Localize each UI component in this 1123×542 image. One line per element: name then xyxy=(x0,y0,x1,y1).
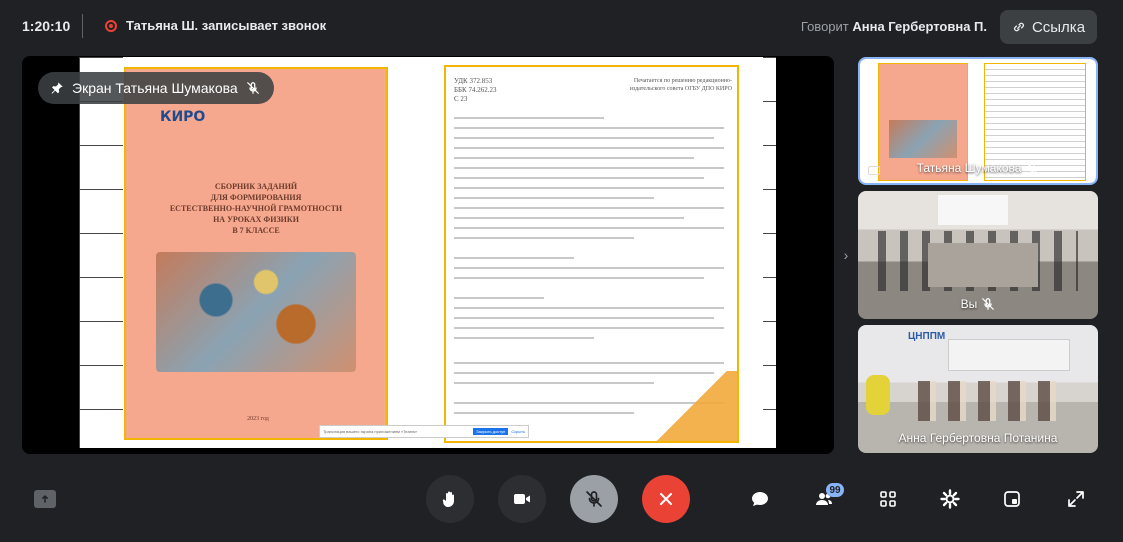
book-year: 2023 год xyxy=(247,416,269,422)
stop-sharing-button[interactable]: Закрыть доступ xyxy=(473,428,509,435)
book-logo: КИРО xyxy=(160,109,206,125)
fullscreen-icon xyxy=(1068,491,1084,507)
page-corner-decoration xyxy=(647,371,737,441)
grid-icon xyxy=(880,491,896,507)
camera-icon xyxy=(514,494,530,504)
sidebar-layout-icon xyxy=(1004,491,1020,507)
mic-off-icon xyxy=(1026,162,1039,174)
active-speaker-name: Анна Гербертовна П. xyxy=(852,19,987,34)
participants-count-badge: 99 xyxy=(826,483,844,497)
hide-notice-link[interactable]: Скрыть xyxy=(511,429,525,434)
participant-tile[interactable]: Татьяна Шумакова xyxy=(858,57,1098,185)
shared-slide: КИРО СБОРНИК ЗАДАНИЙ ДЛЯ ФОРМИРОВАНИЯ ЕС… xyxy=(79,57,776,448)
fullscreen-button[interactable] xyxy=(1064,487,1088,511)
participant-name: Вы xyxy=(858,297,1098,311)
active-speaker: Говорит Анна Гербертовна П. xyxy=(801,19,987,34)
book-cover-illustration xyxy=(156,252,356,372)
book-cover: КИРО СБОРНИК ЗАДАНИЙ ДЛЯ ФОРМИРОВАНИЯ ЕС… xyxy=(124,67,388,440)
book-title: СБОРНИК ЗАДАНИЙ ДЛЯ ФОРМИРОВАНИЯ ЕСТЕСТВ… xyxy=(169,182,343,235)
recording-icon xyxy=(105,20,117,32)
chat-button[interactable] xyxy=(748,487,772,511)
copy-link-button[interactable]: Ссылка xyxy=(1000,10,1097,44)
participant-name: Анна Гербертовна Потанина xyxy=(898,431,1058,445)
presenter-label: Экран Татьяна Шумакова xyxy=(38,72,274,104)
gear-icon xyxy=(940,489,960,509)
screen-share-notice-text: Трансляция вашего экрана приложением «Te… xyxy=(323,429,418,434)
active-speaker-prefix: Говорит xyxy=(800,19,849,34)
participant-name: Татьяна Шумакова xyxy=(860,161,1096,175)
camera-button[interactable] xyxy=(498,475,546,523)
top-bar: 1:20:10 Татьяна Ш. записывает звонок Гов… xyxy=(0,0,1123,54)
room-logo: ЦНППМ xyxy=(908,331,946,342)
microphone-button[interactable] xyxy=(570,475,618,523)
screen-share-notice: Трансляция вашего экрана приложением «Te… xyxy=(319,425,529,438)
layout-grid-button[interactable] xyxy=(876,487,900,511)
settings-button[interactable] xyxy=(938,487,962,511)
mic-off-icon xyxy=(982,298,995,310)
page-print-note: Печатается по решению редакционно-издате… xyxy=(629,78,732,92)
pin-icon[interactable] xyxy=(50,81,64,95)
divider xyxy=(82,14,83,38)
participant-tile[interactable]: ЦНППМ Анна Гербертовна Потанина xyxy=(858,325,1098,453)
mic-off-icon xyxy=(246,82,259,94)
screen-share-stage: КИРО СБОРНИК ЗАДАНИЙ ДЛЯ ФОРМИРОВАНИЯ ЕС… xyxy=(22,56,834,454)
view-mode-button[interactable] xyxy=(1000,487,1024,511)
book-title-page: УДК 372.853 ББК 74.262.23 С 23 Печатаетс… xyxy=(444,65,739,443)
chevron-right-icon[interactable]: › xyxy=(840,246,852,264)
link-icon xyxy=(1013,22,1024,32)
copy-link-label: Ссылка xyxy=(1031,18,1086,36)
chat-icon xyxy=(752,492,768,506)
close-icon xyxy=(660,493,672,505)
hand-icon xyxy=(442,491,454,507)
recording-status: Татьяна Ш. записывает звонок xyxy=(126,18,327,33)
raise-hand-button[interactable] xyxy=(426,475,474,523)
end-call-button[interactable] xyxy=(642,475,690,523)
presenter-label-text: Экран Татьяна Шумакова xyxy=(72,80,238,96)
present-icon[interactable] xyxy=(34,490,56,508)
page-classification: УДК 372.853 ББК 74.262.23 С 23 xyxy=(454,77,497,103)
participant-tile[interactable]: Вы xyxy=(858,191,1098,319)
mic-off-icon xyxy=(586,491,602,507)
call-duration: 1:20:10 xyxy=(22,18,71,34)
